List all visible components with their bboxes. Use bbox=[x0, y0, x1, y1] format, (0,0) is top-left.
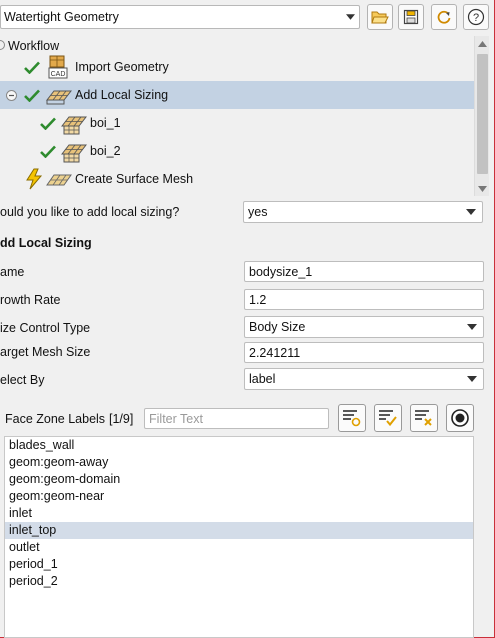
chevron-down-icon bbox=[461, 376, 483, 382]
target-mesh-size-label: arget Mesh Size bbox=[0, 345, 91, 359]
tree-item-label: Import Geometry bbox=[75, 60, 169, 74]
svg-text:CAD: CAD bbox=[51, 71, 66, 78]
tree-item-label: boi_1 bbox=[90, 116, 121, 130]
workflow-select-value: Watertight Geometry bbox=[4, 10, 119, 24]
tree-item-label: Add Local Sizing bbox=[75, 88, 169, 102]
tree-scrollbar[interactable] bbox=[474, 36, 489, 196]
scroll-thumb[interactable] bbox=[477, 54, 488, 174]
list-item[interactable]: period_1 bbox=[5, 556, 473, 573]
checkmark-icon bbox=[40, 117, 56, 130]
list-item[interactable]: geom:geom-away bbox=[5, 454, 473, 471]
growth-rate-label: rowth Rate bbox=[0, 293, 61, 307]
growth-rate-input[interactable]: 1.2 bbox=[244, 289, 484, 310]
tree-item-import-geometry[interactable]: CAD Import Geometry bbox=[0, 53, 474, 81]
collapse-toggle-icon[interactable] bbox=[6, 90, 17, 101]
select-all-button[interactable] bbox=[374, 404, 402, 432]
filter-placeholder: Filter Text bbox=[149, 411, 203, 426]
list-item[interactable]: geom:geom-domain bbox=[5, 471, 473, 488]
tree-item-label: Create Surface Mesh bbox=[75, 172, 194, 186]
help-button[interactable]: ? bbox=[463, 4, 489, 30]
save-icon bbox=[403, 9, 419, 25]
face-zone-labels-title: Face Zone Labels bbox=[5, 412, 106, 426]
name-input[interactable]: bodysize_1 bbox=[244, 261, 484, 282]
body-mesh-icon bbox=[61, 116, 87, 135]
lightning-icon bbox=[26, 168, 43, 190]
select-by-value: label bbox=[249, 372, 276, 386]
tree-root-label: Workflow bbox=[8, 39, 60, 53]
filter-text-input[interactable]: Filter Text bbox=[144, 408, 329, 429]
tree-item-create-surface-mesh[interactable]: Create Surface Mesh bbox=[0, 165, 474, 193]
chevron-down-icon bbox=[460, 209, 482, 215]
select-by-select[interactable]: label bbox=[244, 368, 484, 390]
checkmark-icon bbox=[24, 61, 40, 74]
help-icon: ? bbox=[467, 8, 485, 26]
cad-import-icon: CAD bbox=[48, 55, 68, 79]
save-button[interactable] bbox=[398, 4, 424, 30]
list-item[interactable]: outlet bbox=[5, 539, 473, 556]
list-item-selected[interactable]: inlet_top bbox=[5, 522, 473, 539]
tree-item-label: boi_2 bbox=[90, 144, 121, 158]
checkmark-icon bbox=[40, 145, 56, 158]
tree-item-boi-1[interactable]: boi_1 bbox=[0, 109, 474, 137]
chevron-down-icon bbox=[461, 324, 483, 330]
workflow-tree: Workflow CAD Import Geometry Add Local S… bbox=[0, 36, 474, 196]
refresh-icon bbox=[437, 10, 451, 24]
tree-item-add-local-sizing[interactable]: Add Local Sizing bbox=[0, 81, 474, 109]
mesh-sizing-icon bbox=[46, 90, 72, 105]
filter-list-icon bbox=[343, 410, 361, 427]
local-sizing-question-select[interactable]: yes bbox=[243, 201, 483, 223]
open-folder-icon bbox=[371, 11, 389, 24]
open-file-button[interactable] bbox=[367, 4, 393, 30]
checkmark-icon bbox=[24, 89, 40, 102]
radio-target-icon bbox=[451, 409, 469, 427]
collapse-icon[interactable] bbox=[0, 40, 5, 50]
show-selected-button[interactable] bbox=[446, 404, 474, 432]
select-all-icon bbox=[379, 410, 397, 427]
local-sizing-question-label: ould you like to add local sizing? bbox=[0, 205, 180, 219]
select-by-label: elect By bbox=[0, 373, 45, 387]
svg-text:?: ? bbox=[473, 12, 479, 24]
face-zone-list[interactable]: blades_wall geom:geom-away geom:geom-dom… bbox=[4, 436, 474, 638]
section-title: dd Local Sizing bbox=[0, 236, 92, 250]
filter-options-button[interactable] bbox=[338, 404, 366, 432]
refresh-button[interactable] bbox=[431, 4, 457, 30]
body-mesh-icon bbox=[61, 144, 87, 163]
scroll-down-icon[interactable] bbox=[475, 181, 490, 196]
chevron-down-icon bbox=[341, 14, 359, 20]
tree-item-boi-2[interactable]: boi_2 bbox=[0, 137, 474, 165]
target-mesh-size-input[interactable]: 2.241211 bbox=[244, 342, 484, 363]
face-zone-count: [1/9] bbox=[109, 412, 134, 426]
size-control-type-select[interactable]: Body Size bbox=[244, 316, 484, 338]
deselect-all-button[interactable] bbox=[410, 404, 438, 432]
scroll-up-icon[interactable] bbox=[475, 36, 490, 51]
list-item[interactable]: inlet bbox=[5, 505, 473, 522]
size-control-type-value: Body Size bbox=[249, 320, 306, 334]
local-sizing-question-value: yes bbox=[248, 205, 268, 219]
list-item[interactable]: geom:geom-near bbox=[5, 488, 473, 505]
size-control-type-label: ize Control Type bbox=[0, 321, 91, 335]
name-label: ame bbox=[0, 265, 25, 279]
list-item[interactable]: blades_wall bbox=[5, 437, 473, 454]
deselect-all-icon bbox=[415, 410, 432, 426]
workflow-select[interactable]: Watertight Geometry bbox=[0, 5, 360, 29]
list-item[interactable]: period_2 bbox=[5, 573, 473, 590]
surface-mesh-icon bbox=[46, 174, 72, 186]
